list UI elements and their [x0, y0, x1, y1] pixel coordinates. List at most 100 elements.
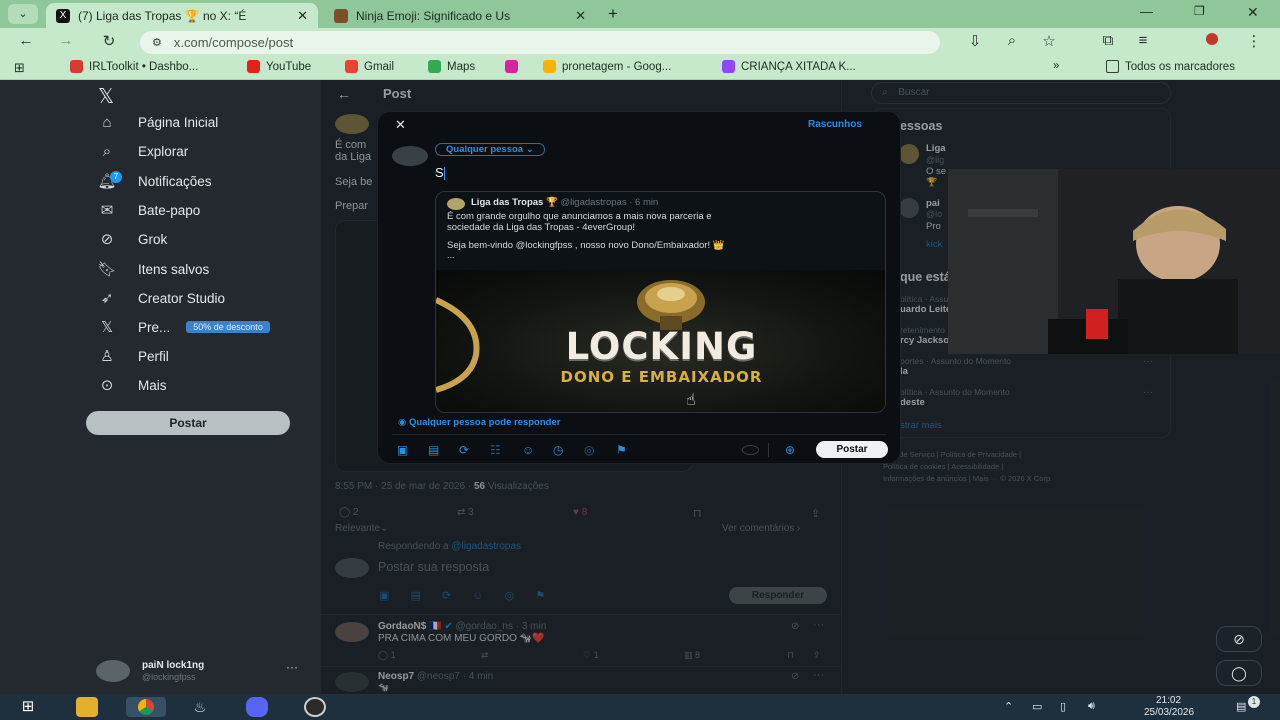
mail-icon: ✉	[100, 202, 114, 219]
all-bookmarks[interactable]: Todos os marcadores	[1106, 60, 1235, 73]
compose-post-modal: ✕ Rascunhos Qualquer pessoa ⌄ S Liga das…	[378, 112, 900, 463]
bookmark-gmail[interactable]: Gmail	[345, 60, 394, 73]
bookmark-irltoolkit[interactable]: IRLToolkit • Dashbo...	[70, 60, 198, 73]
bookmark-label: IRLToolkit • Dashbo...	[89, 60, 199, 73]
clock-date[interactable]: 25/03/2026	[1144, 707, 1194, 718]
install-app-icon[interactable]: ⇩	[965, 32, 985, 50]
battery-icon[interactable]: ▯	[1060, 700, 1066, 713]
bookmark-star-icon[interactable]: ☆	[1039, 32, 1059, 50]
browser-tab[interactable]: Ninja Emoji: Significado e Us ✕	[324, 3, 596, 28]
close-icon[interactable]: ✕	[395, 117, 406, 133]
nav-label: Pre...	[138, 319, 171, 335]
bookmarks-bar: ⊞ IRLToolkit • Dashbo... YouTube Gmail M…	[0, 56, 1280, 80]
discord-icon[interactable]	[246, 697, 268, 717]
emoji-icon[interactable]: ☺	[522, 443, 534, 457]
start-icon[interactable]: ⊞	[17, 697, 39, 717]
file-explorer-icon[interactable]	[76, 697, 98, 717]
nav-label: Creator Studio	[138, 290, 226, 306]
audience-selector[interactable]: Qualquer pessoa ⌄	[435, 143, 545, 156]
nav-creator-studio[interactable]: ➶ Creator Studio	[96, 289, 225, 307]
reply-setting[interactable]: ◉ Qualquer pessoa pode responder	[398, 417, 560, 428]
image-icon[interactable]: ▣	[397, 443, 408, 457]
nav-chat[interactable]: ✉ Bate-papo	[96, 201, 201, 219]
maps-icon	[428, 60, 441, 73]
extensions-icon[interactable]: ⧉	[1098, 32, 1118, 49]
new-tab-icon[interactable]: +	[608, 4, 618, 24]
address-bar[interactable]: ⚙ x.com/compose/post	[140, 31, 940, 54]
browser-menu-icon[interactable]: ⋮	[1244, 32, 1264, 50]
bookmark-maps[interactable]: Maps	[428, 60, 475, 73]
reload-icon[interactable]: ↻	[99, 32, 119, 50]
tab-search-button[interactable]: ⌄	[8, 4, 38, 24]
grok-image-icon[interactable]: ⟳	[459, 443, 469, 457]
poll-icon[interactable]: ☷	[490, 443, 501, 457]
quote-media[interactable]: LOCKING DONO E EMBAIXADOR ☝	[436, 270, 885, 412]
nav-profile[interactable]: ♙ Perfil	[96, 347, 169, 365]
close-window-icon[interactable]: ✕	[1247, 4, 1259, 21]
quoted-post[interactable]: Liga das Tropas 🏆 @ligadastropas · 6 min…	[435, 191, 886, 413]
bookmark-instagram[interactable]	[505, 60, 524, 73]
apps-grid-icon[interactable]: ⊞	[14, 60, 25, 76]
nav-more[interactable]: ⊙ Mais	[96, 376, 167, 394]
nav-premium[interactable]: 𝕏 Pre... 50% de desconto	[96, 318, 270, 336]
youtube-icon	[247, 60, 260, 73]
post-button[interactable]: Postar	[86, 411, 290, 435]
x-page: 𝕏 ⌂ Página Inicial ⌕ Explorar 🔔︎ Notificaçõ…	[0, 80, 1280, 694]
back-icon[interactable]: ←	[16, 32, 36, 49]
messages-floating-button[interactable]: ◯	[1216, 660, 1262, 686]
grok-icon: ⊘	[100, 231, 114, 248]
minimize-icon[interactable]: —	[1140, 4, 1153, 19]
restore-icon[interactable]: ❐	[1194, 4, 1205, 18]
close-tab-icon[interactable]: ✕	[575, 8, 586, 24]
clock-time[interactable]: 21:02	[1156, 695, 1181, 706]
forward-icon[interactable]: →	[56, 32, 76, 49]
home-icon: ⌂	[102, 114, 112, 131]
chevron-up-icon[interactable]: ⌃	[1004, 700, 1013, 713]
flag-icon[interactable]: ⚑	[616, 443, 627, 457]
location-icon[interactable]: ◎	[584, 443, 594, 457]
account-switcher[interactable]: paiN lock1ng @lockingfpss ···	[96, 658, 306, 686]
chevron-down-icon: ⌄	[525, 144, 534, 155]
x-logo-icon[interactable]: 𝕏	[98, 84, 114, 109]
chrome-icon[interactable]	[126, 697, 166, 717]
account-name: paiN lock1ng	[142, 660, 205, 671]
nav-bookmarks[interactable]: 🔖︎ Itens salvos	[96, 260, 209, 278]
browser-tab-active[interactable]: X (7) Liga das Tropas 🏆 no X: “É ✕	[46, 3, 318, 28]
bookmark-label: pronetagem - Goog...	[562, 60, 672, 73]
volume-icon[interactable]: 🔊︎	[1088, 700, 1095, 713]
account-more-icon[interactable]: ···	[286, 660, 298, 674]
bookmark-pronetagem[interactable]: pronetagem - Goog...	[543, 60, 671, 73]
grok-floating-button[interactable]: ⊘	[1216, 626, 1262, 652]
premium-discount-badge: 50% de desconto	[186, 321, 270, 333]
gif-icon[interactable]: ▤	[428, 443, 439, 457]
drafts-link[interactable]: Rascunhos	[808, 119, 862, 130]
nav-label: Explorar	[138, 144, 189, 159]
network-icon[interactable]: ▭	[1032, 700, 1042, 713]
quote-handle: @ligadastropas · 6 min	[560, 197, 659, 208]
bookmarks-overflow[interactable]: »	[1053, 60, 1059, 72]
steam-icon[interactable]: ♨	[189, 697, 211, 717]
schedule-icon[interactable]: ◷	[553, 443, 563, 457]
add-post-icon[interactable]: ⊕	[785, 443, 795, 457]
nav-label: Página Inicial	[138, 115, 219, 130]
nav-home[interactable]: ⌂ Página Inicial	[96, 114, 218, 131]
profile-avatar-icon[interactable]	[1202, 32, 1222, 49]
nav-grok[interactable]: ⊘ Grok	[96, 230, 168, 248]
nav-explore[interactable]: ⌕ Explorar	[96, 143, 188, 160]
bookmark-crianca[interactable]: CRIANÇA XITADA K...	[722, 60, 856, 73]
site-info-icon[interactable]: ⚙	[152, 36, 162, 49]
obs-icon[interactable]	[304, 697, 326, 717]
zoom-icon[interactable]: ⌕	[1002, 32, 1022, 49]
close-tab-icon[interactable]: ✕	[297, 8, 308, 24]
submit-post-button[interactable]: Postar	[816, 441, 888, 458]
tab-title: Ninja Emoji: Significado e Us	[356, 8, 511, 23]
bookmark-youtube[interactable]: YouTube	[247, 60, 311, 73]
notification-center-icon[interactable]: ▤	[1236, 700, 1246, 713]
typed-text: S	[435, 165, 444, 180]
nav-label: Itens salvos	[138, 261, 210, 277]
notification-badge: 7	[110, 171, 122, 183]
media-controls-icon[interactable]: ≡	[1133, 32, 1153, 49]
compose-textarea[interactable]: S	[435, 165, 875, 185]
all-bookmarks-label: Todos os marcadores	[1125, 60, 1235, 73]
promo-subtitle: DONO E EMBAIXADOR	[560, 368, 763, 386]
